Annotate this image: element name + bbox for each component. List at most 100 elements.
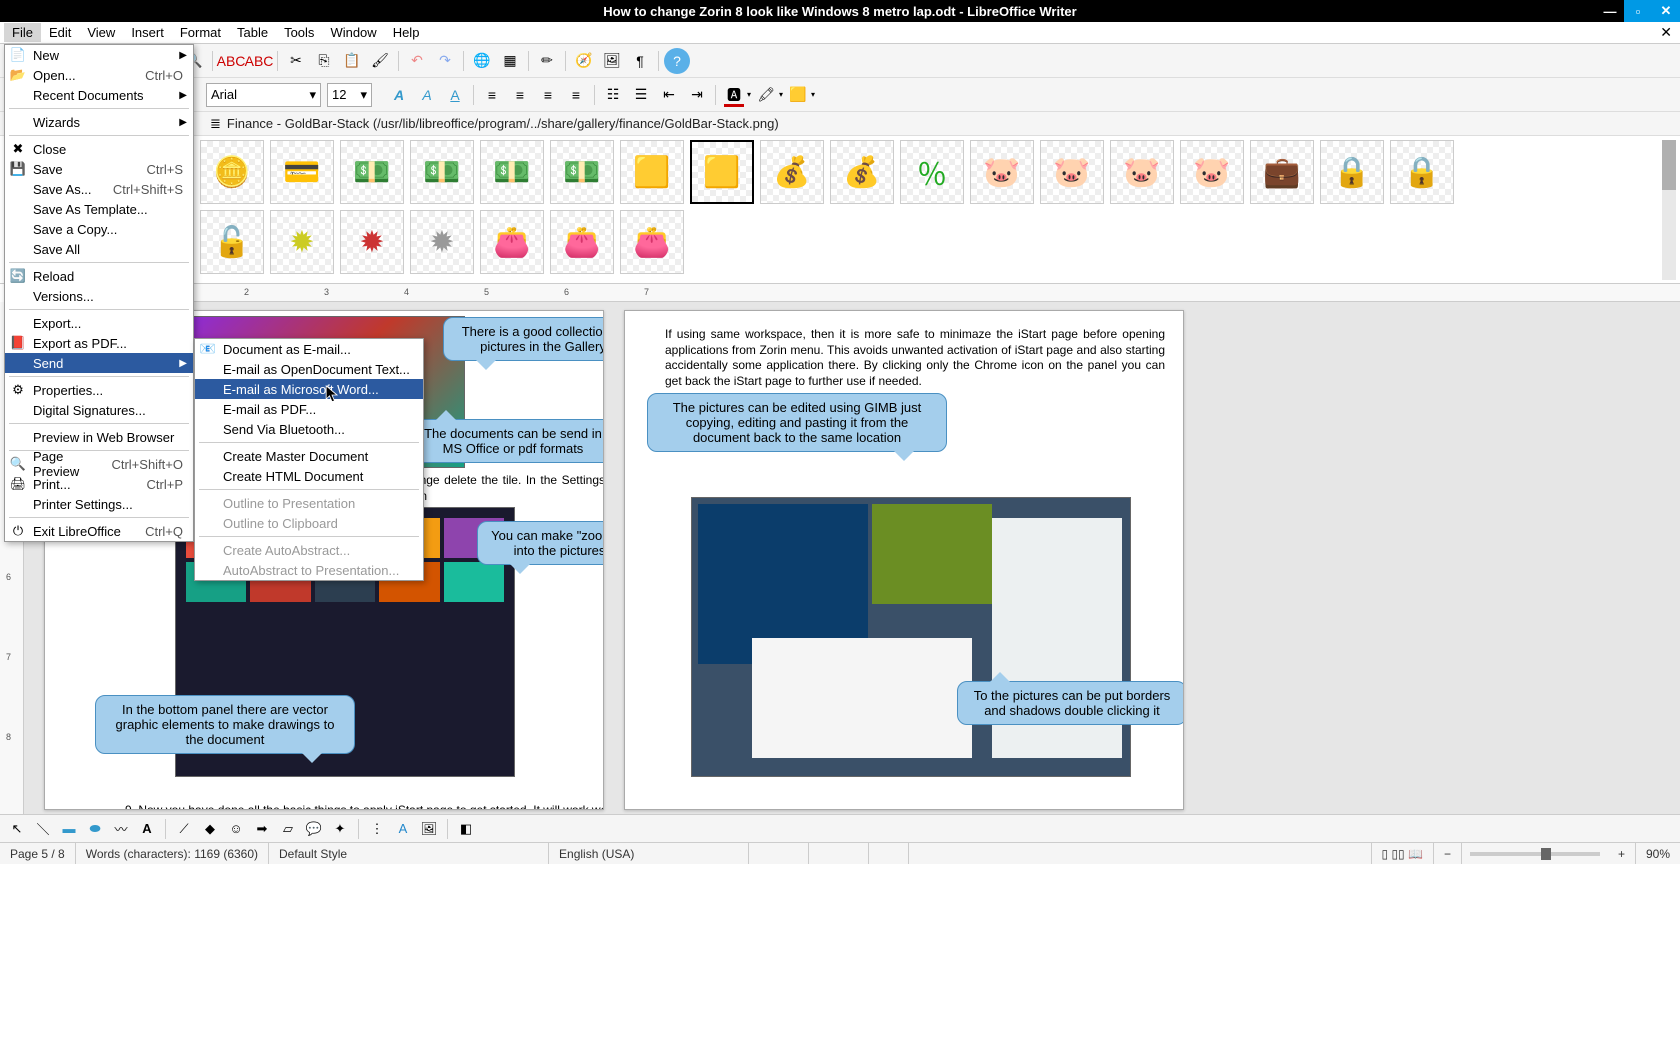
file-menu-item[interactable]: Export... [5, 313, 193, 333]
gallery-item[interactable]: 💳 [270, 140, 334, 204]
file-menu-item[interactable]: 🔍Page PreviewCtrl+Shift+O [5, 454, 193, 474]
basic-shapes-icon[interactable]: ◆ [199, 818, 221, 840]
align-center-icon[interactable]: ≡ [507, 82, 533, 108]
align-justify-icon[interactable]: ≡ [563, 82, 589, 108]
file-menu-item[interactable]: Recent Documents▶ [5, 85, 193, 105]
zoom-percent[interactable]: 90% [1636, 843, 1680, 864]
menu-window[interactable]: Window [322, 23, 384, 42]
menu-table[interactable]: Table [229, 23, 276, 42]
underline-icon[interactable]: A [442, 82, 468, 108]
menu-help[interactable]: Help [385, 23, 428, 42]
file-menu-item[interactable]: Printer Settings... [5, 494, 193, 514]
gallery-item[interactable]: 🔒 [1390, 140, 1454, 204]
help-icon[interactable]: ? [664, 48, 690, 74]
menu-insert[interactable]: Insert [123, 23, 172, 42]
undo-icon[interactable]: ↶ [404, 48, 430, 74]
gallery-item[interactable]: 🟨 [620, 140, 684, 204]
format-paintbrush-icon[interactable]: 🖌 [367, 48, 393, 74]
file-menu-item[interactable]: Versions... [5, 286, 193, 306]
font-color-dropdown[interactable]: ▾ [747, 90, 751, 99]
gallery-item[interactable]: ％ [900, 140, 964, 204]
autospell-icon[interactable]: ABC [246, 48, 272, 74]
gallery-item[interactable]: 🔒 [1320, 140, 1384, 204]
status-signature[interactable] [869, 843, 909, 864]
gallery-item[interactable]: 👛 [620, 210, 684, 274]
gallery-item[interactable]: 💰 [830, 140, 894, 204]
numbering-icon[interactable]: ☷ [600, 82, 626, 108]
horizontal-ruler[interactable]: 1 2 3 4 5 6 7 [24, 284, 1680, 302]
menu-view[interactable]: View [79, 23, 123, 42]
hyperlink-icon[interactable]: 🌐 [469, 48, 495, 74]
file-menu-item[interactable]: 🖨Print...Ctrl+P [5, 474, 193, 494]
gallery-item[interactable]: 💼 [1250, 140, 1314, 204]
status-language[interactable]: English (USA) [549, 843, 749, 864]
send-submenu-item[interactable]: Create Master Document [195, 446, 423, 466]
gallery-item[interactable]: ✹ [410, 210, 474, 274]
menu-tools[interactable]: Tools [276, 23, 322, 42]
rect-icon[interactable]: ▬ [58, 818, 80, 840]
stars-icon[interactable]: ✦ [329, 818, 351, 840]
curve-icon[interactable]: ⟋ [173, 818, 195, 840]
file-menu-item[interactable]: Save a Copy... [5, 219, 193, 239]
gallery-item[interactable]: 💰 [760, 140, 824, 204]
file-menu-item[interactable]: Digital Signatures... [5, 400, 193, 420]
document-page-right[interactable]: If using same workspace, then it is more… [624, 310, 1184, 810]
file-menu-item[interactable]: Preview in Web Browser [5, 427, 193, 447]
zoom-slider[interactable] [1470, 852, 1600, 856]
bgcolor-dropdown[interactable]: ▾ [811, 90, 815, 99]
select-arrow-icon[interactable]: ↖ [6, 818, 28, 840]
symbol-shapes-icon[interactable]: ☺ [225, 818, 247, 840]
menu-file[interactable]: File [4, 23, 41, 42]
status-insert-mode[interactable] [749, 843, 809, 864]
file-menu-item[interactable]: Send▶ [5, 353, 193, 373]
drawing-icon[interactable]: ✏ [534, 48, 560, 74]
file-menu-item[interactable]: Save As...Ctrl+Shift+S [5, 179, 193, 199]
gallery-item[interactable]: ✹ [340, 210, 404, 274]
gallery-icon[interactable]: 🖼 [599, 48, 625, 74]
gallery-item[interactable]: 💵 [480, 140, 544, 204]
menu-edit[interactable]: Edit [41, 23, 79, 42]
highlight-dropdown[interactable]: ▾ [779, 90, 783, 99]
highlight-icon[interactable]: 🖍 [753, 82, 779, 108]
callouts-icon[interactable]: 💬 [303, 818, 325, 840]
bg-color-icon[interactable]: 🟨 [785, 82, 811, 108]
status-page[interactable]: Page 5 / 8 [0, 843, 76, 864]
send-submenu-item[interactable]: Create HTML Document [195, 466, 423, 486]
ellipse-icon[interactable]: ⬬ [84, 818, 106, 840]
status-wordcount[interactable]: Words (characters): 1169 (6360) [76, 843, 269, 864]
file-menu-item[interactable]: Save All [5, 239, 193, 259]
points-icon[interactable]: ⋮ [366, 818, 388, 840]
fontwork-icon[interactable]: A [392, 818, 414, 840]
file-menu-item[interactable]: 📂Open...Ctrl+O [5, 65, 193, 85]
align-right-icon[interactable]: ≡ [535, 82, 561, 108]
gallery-item[interactable]: 🐷 [1040, 140, 1104, 204]
file-menu-item[interactable]: ⏻Exit LibreOfficeCtrl+Q [5, 521, 193, 541]
freeform-icon[interactable]: 〰 [110, 818, 132, 840]
gallery-item-selected[interactable]: 🟨 [690, 140, 754, 204]
file-menu-item[interactable]: 📄New▶ [5, 45, 193, 65]
send-submenu-item[interactable]: E-mail as PDF... [195, 399, 423, 419]
from-file-icon[interactable]: 🖼 [418, 818, 440, 840]
status-style[interactable]: Default Style [269, 843, 549, 864]
font-color-icon[interactable]: 🅰 [721, 82, 747, 108]
gallery-item[interactable]: 👛 [480, 210, 544, 274]
gallery-scrollbar[interactable] [1662, 140, 1676, 280]
file-menu-item[interactable]: 📕Export as PDF... [5, 333, 193, 353]
copy-icon[interactable]: ⎘ [311, 48, 337, 74]
block-arrows-icon[interactable]: ➡ [251, 818, 273, 840]
status-selection-mode[interactable] [809, 843, 869, 864]
textbox-icon[interactable]: A [136, 818, 158, 840]
navigator-icon[interactable]: 🧭 [571, 48, 597, 74]
gallery-item[interactable]: 💵 [550, 140, 614, 204]
font-size-combo[interactable]: 12 [327, 83, 372, 107]
bullets-icon[interactable]: ☰ [628, 82, 654, 108]
close-document-button[interactable]: ✕ [1660, 24, 1672, 41]
spellcheck-icon[interactable]: ABC [218, 48, 244, 74]
gallery-item[interactable]: 👛 [550, 210, 614, 274]
send-submenu-item[interactable]: Send Via Bluetooth... [195, 419, 423, 439]
font-name-combo[interactable]: Arial [206, 83, 321, 107]
file-menu-item[interactable]: Wizards▶ [5, 112, 193, 132]
cut-icon[interactable]: ✂ [283, 48, 309, 74]
file-menu-item[interactable]: ✖Close [5, 139, 193, 159]
minimize-button[interactable]: — [1596, 0, 1624, 22]
